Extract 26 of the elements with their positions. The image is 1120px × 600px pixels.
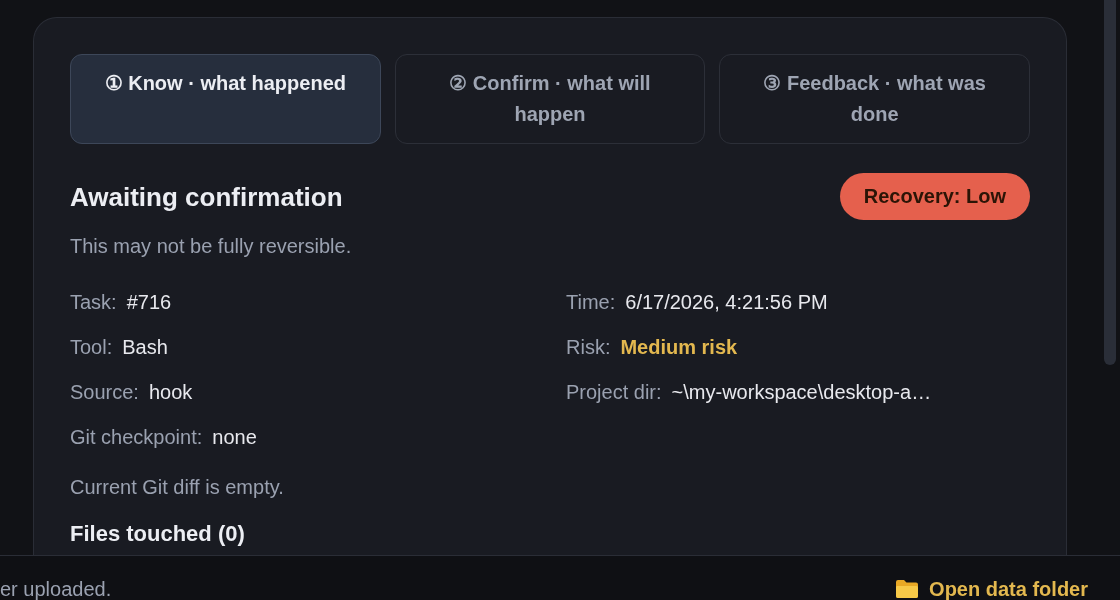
field-label: Source: (70, 380, 139, 405)
field-label: Git checkpoint: (70, 425, 203, 450)
field-value: hook (148, 380, 193, 405)
diff-note: Current Git diff is empty. (70, 475, 285, 500)
recovery-badge: Recovery: Low (839, 173, 1030, 220)
field-label: Project dir: (566, 380, 662, 405)
field-value: ~\my-workspace\desktop-a… (671, 380, 932, 405)
step-tab[interactable]: ② Confirm · what will happen (394, 54, 706, 144)
field-label: Risk: (566, 335, 611, 360)
scrollbar-thumb[interactable] (1104, 0, 1116, 365)
status-title: Awaiting confirmation (70, 180, 343, 213)
field-value: none (212, 425, 257, 450)
files-heading: Files touched (0) (70, 521, 246, 547)
open-folder-button[interactable]: Open data folder (895, 577, 1088, 600)
folder-icon (895, 579, 920, 599)
field-value: Bash (122, 335, 168, 360)
step-tab[interactable]: ③ Feedback · what was done (719, 54, 1030, 144)
field-value: #716 (126, 290, 172, 315)
field-label: Tool: (70, 335, 113, 360)
field-value: 6/17/2026, 4:21:56 PM (625, 290, 828, 315)
step-tab[interactable]: ① Know · what happened (70, 54, 381, 144)
status-subtitle: This may not be fully reversible. (70, 234, 353, 259)
field-label: Task: (70, 290, 117, 315)
field-label: Time: (566, 290, 616, 315)
footer-message: er uploaded. (0, 577, 112, 600)
risk-value: Medium risk (620, 335, 738, 360)
